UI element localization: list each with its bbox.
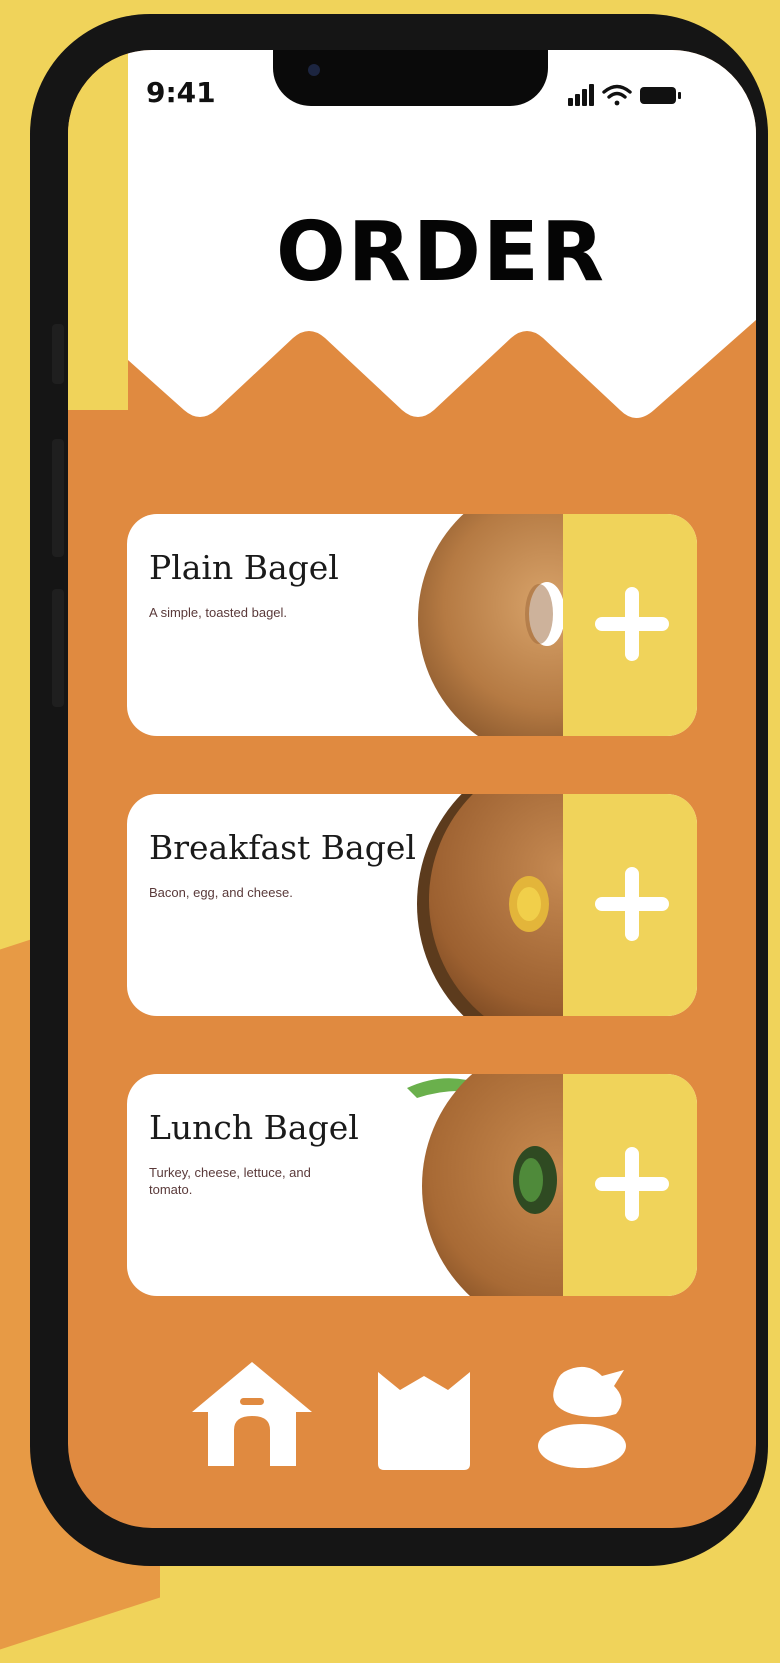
wifi-icon — [602, 84, 632, 106]
battery-icon — [640, 87, 681, 104]
profile-icon[interactable] — [536, 1364, 632, 1472]
item-name: Lunch Bagel — [149, 1108, 359, 1147]
item-description: Turkey, cheese, lettuce, and tomato. — [149, 1165, 311, 1197]
menu-item-plain-bagel: Plain Bagel A simple, toasted bagel. — [127, 514, 697, 736]
breakfast-bagel-photo — [417, 794, 563, 1016]
mute-switch — [52, 324, 64, 384]
tab-bar — [68, 1360, 756, 1480]
item-description: A simple, toasted bagel. — [149, 605, 288, 620]
item-name: Plain Bagel — [149, 548, 339, 587]
menu-item-breakfast-bagel: Breakfast Bagel Bacon, egg, and cheese. — [127, 794, 697, 1016]
status-icons — [568, 84, 681, 106]
status-time: 9:41 — [146, 76, 216, 109]
front-camera — [308, 64, 320, 76]
menu-item-lunch-bagel: Lunch Bagel Turkey, cheese, lettuce, and… — [127, 1074, 697, 1296]
item-description: Bacon, egg, and cheese. — [149, 885, 293, 900]
signal-icon — [568, 84, 594, 106]
lunch-bagel-photo — [407, 1074, 563, 1296]
add-plain-bagel-button[interactable] — [563, 514, 697, 736]
add-breakfast-bagel-button[interactable] — [563, 794, 697, 1016]
add-lunch-bagel-button[interactable] — [563, 1074, 697, 1296]
page-title: ORDER — [276, 205, 607, 300]
app-screen: 9:41 ORDER Plain Bagel A simple, toasted… — [68, 50, 756, 1528]
notch — [273, 50, 548, 106]
bag-icon[interactable] — [374, 1368, 474, 1472]
item-name: Breakfast Bagel — [149, 828, 416, 867]
home-icon[interactable] — [190, 1360, 314, 1470]
volume-up-button — [52, 439, 64, 557]
plain-bagel-photo — [418, 514, 563, 736]
volume-down-button — [52, 589, 64, 707]
